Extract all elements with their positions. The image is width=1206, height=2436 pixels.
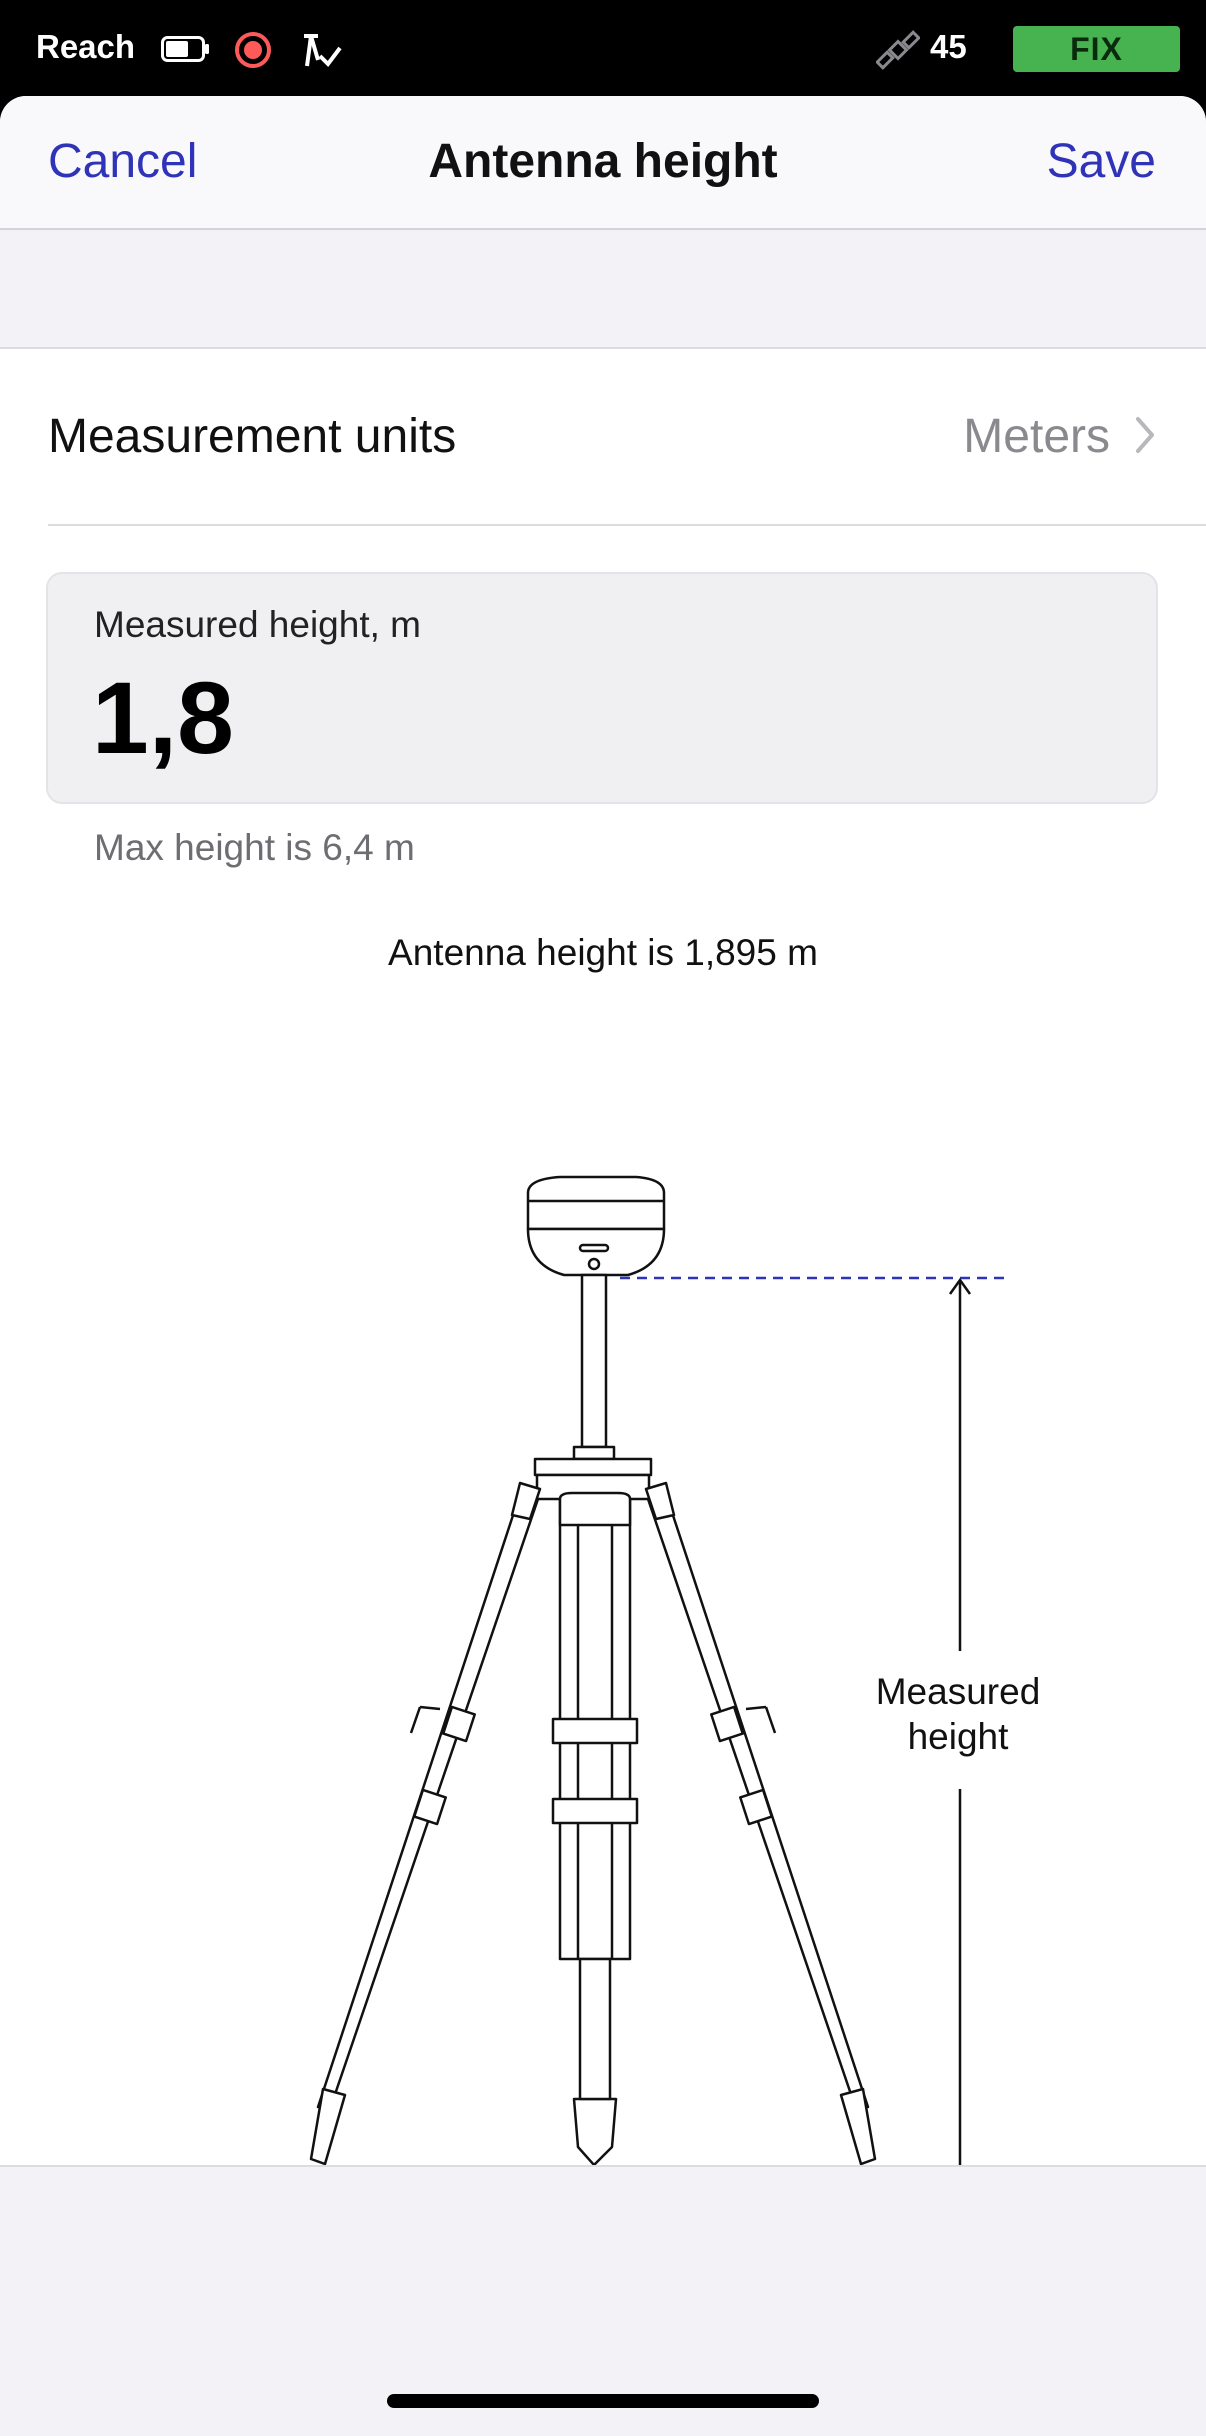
battery-icon bbox=[161, 36, 211, 67]
receiver-body bbox=[526, 1175, 666, 1231]
tripod-head bbox=[533, 1457, 653, 1477]
status-bar: Reach 45 FIX bbox=[0, 0, 1206, 96]
diagram-label-line1: Measured bbox=[875, 1671, 1041, 1712]
status-app-name: Reach bbox=[36, 28, 136, 65]
survey-tool-icon bbox=[298, 28, 344, 77]
navigation-bar: Cancel Antenna height Save bbox=[0, 96, 1206, 230]
page-title: Antenna height bbox=[428, 135, 778, 188]
home-indicator bbox=[387, 2394, 819, 2408]
modal-sheet: Cancel Antenna height Save Measurement u… bbox=[0, 96, 1206, 2436]
save-button[interactable]: Save bbox=[1047, 134, 1156, 189]
measured-height-diagram-label: Measured height bbox=[858, 1669, 1058, 1759]
diagram-label-line2: height bbox=[907, 1716, 1009, 1757]
satellite-count: 45 bbox=[930, 28, 967, 65]
fix-status-badge: FIX bbox=[1013, 26, 1180, 72]
tripod-diagram bbox=[309, 1175, 1008, 2165]
antenna-pole bbox=[580, 1273, 608, 1449]
satellite-icon bbox=[875, 28, 921, 77]
content-panel: Measurement units Meters Measured height… bbox=[0, 347, 1206, 2167]
record-icon bbox=[233, 30, 273, 75]
